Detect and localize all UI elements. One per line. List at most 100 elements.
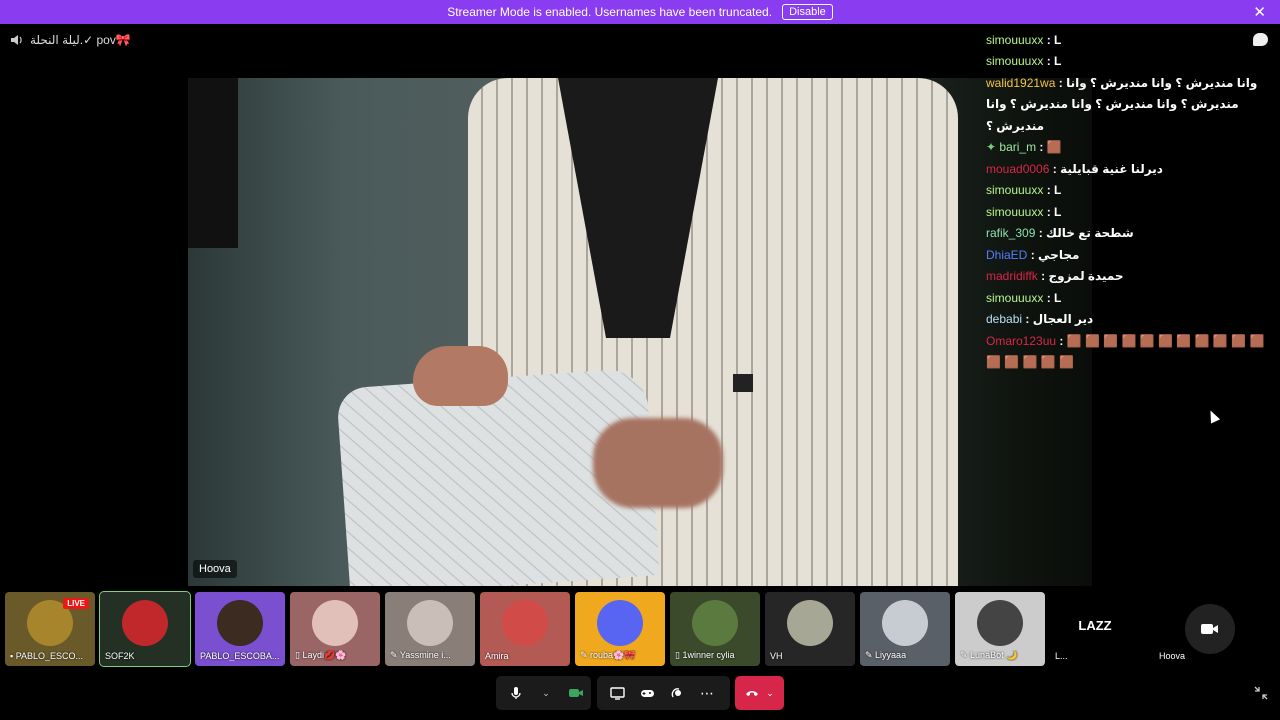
chat-username[interactable]: bari_m [999, 140, 1036, 154]
more-options-icon[interactable]: ⋯ [699, 685, 715, 702]
live-badge: LIVE [63, 598, 89, 609]
avatar [882, 600, 928, 646]
chat-separator: : [1043, 183, 1055, 197]
chat-username[interactable]: walid1921wa [986, 76, 1055, 90]
self-tile[interactable]: Hoova [1145, 592, 1271, 666]
participant-name: ✎ rouba🌸🎀 [580, 650, 661, 661]
main-video[interactable] [188, 78, 1092, 586]
chat-message: mouad0006 : ديرلنا غنية قبايلية [986, 159, 1266, 181]
participant-tile[interactable]: ▯ 1winner cylia [670, 592, 760, 666]
mouse-cursor-icon [1205, 408, 1221, 424]
participant-tile[interactable]: ✎ LunaBot 🌙 [955, 592, 1045, 666]
participant-name: L... [1055, 651, 1136, 661]
participant-tile[interactable]: VH [765, 592, 855, 666]
participant-name-text: PABLO_ESCOBA... [200, 651, 280, 661]
participant-name: ✎ Yassmine i... [390, 650, 471, 661]
chat-username[interactable]: mouad0006 [986, 162, 1049, 176]
disconnect-button[interactable]: ⌄ [735, 676, 784, 710]
participant-strip: LIVE ▪ PABLO_ESCO... SOF2K PABLO_ESCOBA... ▯… [5, 591, 1271, 667]
chat-username[interactable]: simouuuxx [986, 54, 1043, 68]
video-hand [413, 346, 508, 406]
disable-streamer-mode-button[interactable]: Disable [782, 4, 833, 20]
participant-tile[interactable]: ✎ Yassmine i... [385, 592, 475, 666]
speaker-icon [10, 33, 24, 47]
media-controls: ⌄ ⌄ [496, 676, 610, 710]
video-background-dark [188, 78, 238, 248]
chat-message: Omaro123uu : 🟫 🟫 🟫 🟫 🟫 🟫 🟫 🟫 🟫 🟫 🟫 🟫 🟫 🟫… [986, 331, 1266, 374]
chat-text: L [1054, 204, 1062, 219]
chat-message: walid1921wa : وانا منديرش ؟ وانا منديرش … [986, 73, 1266, 138]
chat-separator: : [1035, 226, 1047, 240]
muted-mic-icon: ✎ [390, 650, 400, 660]
participant-tile[interactable]: ✎ Liyyaaa [860, 592, 950, 666]
chat-username[interactable]: madridiffk [986, 269, 1038, 283]
avatar [692, 600, 738, 646]
chat-username[interactable]: simouuuxx [986, 291, 1043, 305]
chat-bubble-icon[interactable] [1253, 33, 1268, 46]
participant-name-text: PABLO_ESCO... [15, 651, 84, 661]
participant-name-text: Laydi💋🌸 [302, 650, 347, 660]
avatar [787, 600, 833, 646]
chat-username[interactable]: DhiaED [986, 248, 1027, 262]
channel-title: ليلة النحلة.✓ pov🎀 [30, 33, 131, 47]
chat-text: L [1054, 290, 1062, 305]
chat-text: شطحة تع خالك [1046, 226, 1134, 240]
avatar [217, 600, 263, 646]
chat-text: L [1054, 54, 1062, 68]
avatar [502, 600, 548, 646]
chat-text: دير العجال [1032, 312, 1094, 326]
disconnect-options-chevron-icon[interactable]: ⌄ [766, 688, 774, 699]
chat-username[interactable]: debabi [986, 312, 1022, 326]
participant-name-text: SOF2K [105, 651, 135, 661]
chat-separator: : [1043, 290, 1055, 305]
chat-username[interactable]: simouuuxx [986, 183, 1043, 197]
chat-message: simouuuxx : L [986, 288, 1266, 310]
mic-options-chevron-icon[interactable]: ⌄ [538, 688, 554, 699]
microphone-icon[interactable] [508, 686, 524, 700]
participant-name: ▪ PABLO_ESCO... [10, 651, 91, 661]
participant-name-text: Liyyaaa [875, 650, 907, 660]
chat-overlay: abdelbassetsebaa7 : laazzzzzsimouuuxx : … [986, 8, 1266, 374]
chat-username[interactable]: simouuuxx [986, 205, 1043, 219]
participant-tile[interactable]: ▯ Laydi💋🌸 [290, 592, 380, 666]
participant-name: VH [770, 651, 851, 661]
hangup-phone-icon [745, 686, 759, 700]
participant-tile[interactable]: LAZZ L... [1050, 592, 1140, 666]
chat-text: مجاجي [1038, 247, 1080, 262]
participant-name: ▯ 1winner cylia [675, 650, 756, 661]
chat-message: madridiffk : حميدة لمزوج [986, 266, 1266, 288]
participant-tile[interactable]: SOF2K [99, 591, 191, 667]
muted-mic-icon: ✎ [865, 650, 876, 660]
gamepad-icon[interactable] [639, 688, 655, 699]
participant-name-text: 1winner cylia [682, 650, 735, 660]
participant-tile[interactable]: ✎ rouba🌸🎀 [575, 592, 665, 666]
participant-tile[interactable]: LIVE ▪ PABLO_ESCO... [5, 592, 95, 666]
chat-username[interactable]: Omaro123uu [986, 334, 1056, 348]
participant-tile[interactable]: Amira [480, 592, 570, 666]
participant-name-text: VH [770, 651, 783, 661]
avatar [977, 600, 1023, 646]
participant-name-text: Amira [485, 651, 509, 661]
screen-share-icon[interactable] [609, 686, 625, 700]
chat-message: simouuuxx : L [986, 30, 1266, 52]
channel-header: ليلة النحلة.✓ pov🎀 [10, 33, 131, 47]
soundboard-icon[interactable] [669, 686, 685, 700]
activity-controls: ⋯ [597, 676, 730, 710]
chat-username[interactable]: rafik_309 [986, 226, 1035, 240]
participant-name: ✎ LunaBot 🌙 [960, 650, 1041, 661]
video-hand-blur [593, 418, 723, 508]
participant-tile[interactable]: PABLO_ESCOBA... [195, 592, 285, 666]
camera-icon[interactable] [568, 687, 584, 699]
chat-text: 🟫 [1046, 140, 1062, 154]
chat-separator: : [1055, 75, 1067, 90]
badge-icon: ✦ [986, 140, 1000, 154]
close-icon[interactable]: ✕ [1253, 3, 1266, 21]
chat-username[interactable]: simouuuxx [986, 33, 1043, 47]
muted-mic-icon: ✎ [960, 650, 971, 660]
camera-off-icon [1185, 604, 1235, 654]
chat-separator: : [1022, 312, 1033, 326]
collapse-icon[interactable] [1254, 686, 1268, 703]
participant-name: ✎ Liyyaaa [865, 650, 946, 661]
chat-message: DhiaED : مجاجي [986, 245, 1266, 267]
participant-name: Hoova [1159, 651, 1186, 661]
